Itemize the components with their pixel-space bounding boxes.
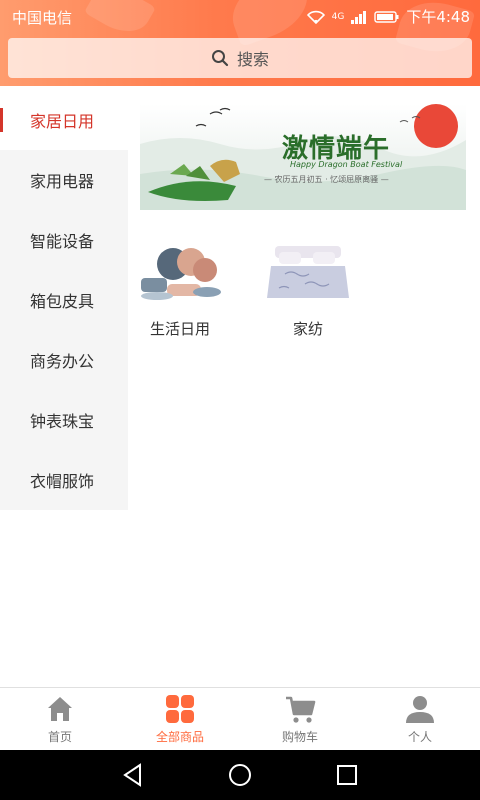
bottom-tab-bar: 首页 全部商品 购物车 个人 <box>0 687 480 750</box>
sidebar-item-label: 智能设备 <box>30 232 95 251</box>
back-icon[interactable] <box>120 762 146 788</box>
clock-label: 下午4:48 <box>406 8 470 26</box>
category-item[interactable]: 家纺 <box>258 240 358 339</box>
sidebar-item-office[interactable]: 商务办公 <box>0 330 128 390</box>
sidebar-item-watches-jewelry[interactable]: 钟表珠宝 <box>0 390 128 450</box>
category-label: 生活日用 <box>149 320 210 338</box>
search-icon <box>211 50 229 67</box>
tab-all-products[interactable]: 全部商品 <box>120 688 240 750</box>
battery-icon <box>374 10 399 23</box>
wifi-icon <box>306 10 325 24</box>
cart-icon <box>286 696 316 723</box>
tableware-set-image <box>141 248 221 300</box>
promo-banner[interactable]: 激情端午 Happy Dragon Boat Festival — 农历五月初五… <box>140 104 466 210</box>
home-icon <box>48 697 72 721</box>
sidebar-item-label: 箱包皮具 <box>30 292 95 311</box>
category-item[interactable]: 生活日用 <box>130 240 230 339</box>
banner-subtitle: Happy Dragon Boat Festival <box>290 160 403 169</box>
bedding-set-image <box>267 246 349 298</box>
sidebar-item-label: 衣帽服饰 <box>30 472 95 491</box>
category-label: 家纺 <box>292 320 323 338</box>
carrier-label: 中国电信 <box>12 9 73 27</box>
tab-profile[interactable]: 个人 <box>360 688 480 750</box>
search-placeholder: 搜索 <box>236 50 269 69</box>
person-icon <box>406 696 434 723</box>
sidebar-item-smart-devices[interactable]: 智能设备 <box>0 210 128 270</box>
tab-label: 全部商品 <box>155 730 204 744</box>
sidebar-item-label: 家用电器 <box>30 172 95 191</box>
sidebar-item-apparel[interactable]: 衣帽服饰 <box>0 450 128 510</box>
signal-icon <box>351 10 367 24</box>
grid-icon <box>166 695 194 723</box>
tab-home[interactable]: 首页 <box>0 688 120 750</box>
sidebar-item-appliances[interactable]: 家用电器 <box>0 150 128 210</box>
sidebar-item-label: 钟表珠宝 <box>30 412 95 431</box>
header: 中国电信 4G 下午4:48 搜索 <box>0 0 480 86</box>
category-sidebar: 家居日用 家用电器 智能设备 箱包皮具 商务办公 钟表珠宝 衣帽服饰 <box>0 90 128 510</box>
sidebar-item-label: 商务办公 <box>30 352 95 371</box>
tab-label: 购物车 <box>281 730 318 744</box>
system-nav-bar <box>0 750 480 800</box>
home-circle-icon[interactable] <box>227 762 253 788</box>
sidebar-item-bags-leather[interactable]: 箱包皮具 <box>0 270 128 330</box>
tab-label: 个人 <box>407 730 432 744</box>
recent-apps-icon[interactable] <box>334 762 360 788</box>
network-type-label: 4G <box>331 11 345 22</box>
tab-cart[interactable]: 购物车 <box>240 688 360 750</box>
sidebar-item-home-goods[interactable]: 家居日用 <box>0 90 128 150</box>
banner-caption: — 农历五月初五 · 忆颂屈原离骚 — <box>264 175 389 184</box>
search-bar[interactable]: 搜索 <box>8 38 472 78</box>
sidebar-item-label: 家居日用 <box>30 112 95 131</box>
tab-label: 首页 <box>47 730 72 744</box>
status-bar: 中国电信 4G 下午4:48 <box>0 0 480 32</box>
